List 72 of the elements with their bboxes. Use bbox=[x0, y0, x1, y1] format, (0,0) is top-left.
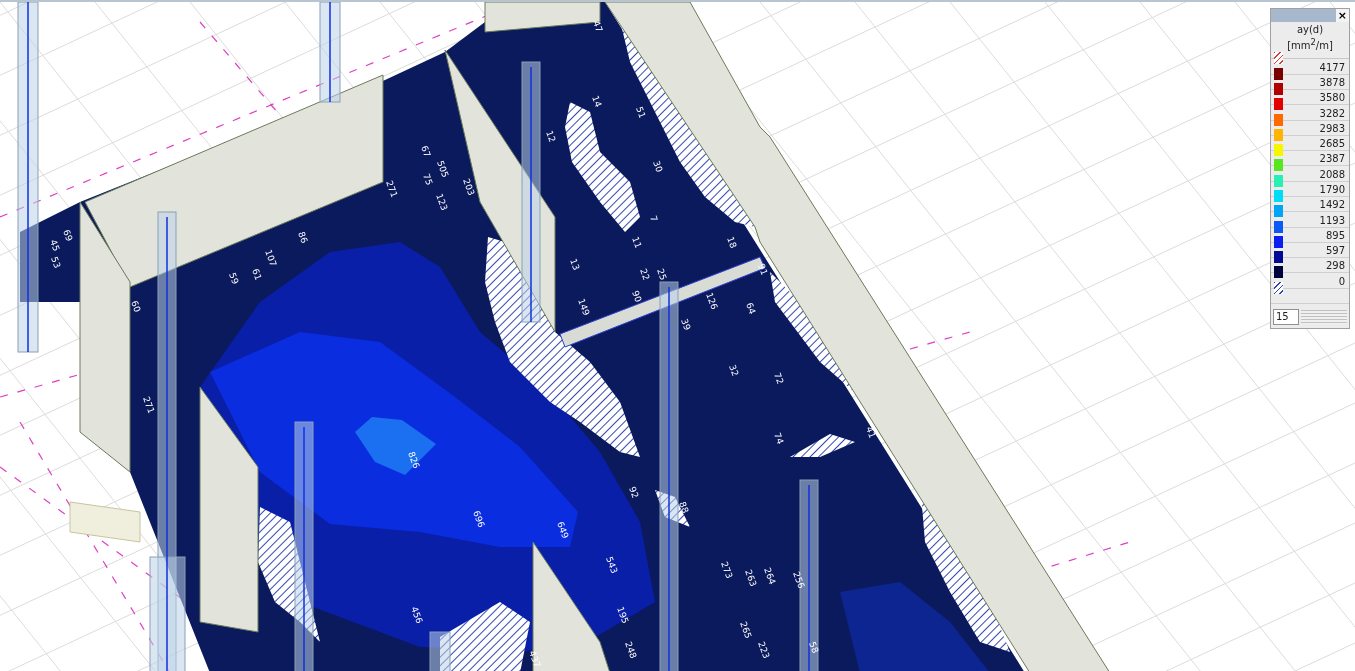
value-label: 18 bbox=[725, 235, 739, 250]
value-label: 69 bbox=[61, 228, 75, 243]
model-viewport[interactable] bbox=[0, 0, 1355, 671]
value-label: 22 bbox=[638, 267, 652, 282]
value-label: 543 bbox=[604, 555, 620, 575]
value-label: 86 bbox=[296, 230, 310, 245]
value-label: 826 bbox=[406, 450, 422, 470]
steps-field[interactable]: 15 bbox=[1273, 309, 1299, 326]
value-label: 149 bbox=[576, 297, 592, 317]
value-label: 53 bbox=[49, 255, 63, 270]
value-label: 265 bbox=[738, 620, 754, 640]
value-label: 203 bbox=[461, 177, 477, 197]
value-label: 74 bbox=[772, 431, 786, 446]
legend-value: 895 bbox=[1325, 229, 1346, 242]
value-label: 7 bbox=[648, 214, 660, 224]
value-label: 61 bbox=[250, 267, 264, 282]
value-label: 58 bbox=[807, 640, 821, 655]
legend-value: 2088 bbox=[1319, 168, 1346, 181]
value-label: 271 bbox=[384, 179, 400, 199]
value-label: 72 bbox=[772, 371, 786, 386]
value-label: 51 bbox=[634, 105, 648, 120]
value-label: 264 bbox=[762, 566, 778, 586]
legend-value: 2685 bbox=[1319, 138, 1346, 151]
value-label: 59 bbox=[227, 271, 241, 286]
value-label: 39 bbox=[679, 317, 693, 332]
value-label: 263 bbox=[743, 568, 759, 588]
value-label: 75 bbox=[421, 172, 435, 187]
value-label: 248 bbox=[623, 640, 639, 660]
legend-value: 2983 bbox=[1319, 122, 1346, 135]
value-label: 437 bbox=[527, 649, 543, 669]
legend-value: 3580 bbox=[1319, 92, 1346, 105]
value-label: 91 bbox=[756, 262, 770, 277]
value-label: 60 bbox=[129, 299, 143, 314]
close-button[interactable]: × bbox=[1335, 9, 1349, 22]
value-label: 649 bbox=[555, 520, 571, 540]
legend-value: 597 bbox=[1325, 245, 1346, 258]
value-label: 123 bbox=[434, 192, 450, 212]
value-label: 47 bbox=[591, 19, 605, 34]
value-label: 32 bbox=[727, 363, 741, 378]
legend-value: 1193 bbox=[1319, 214, 1346, 227]
value-label: 273 bbox=[719, 560, 735, 580]
value-label: 126 bbox=[704, 291, 720, 311]
legend-value: 1790 bbox=[1319, 184, 1346, 196]
value-label: 456 bbox=[409, 605, 425, 625]
value-label: 696 bbox=[471, 509, 487, 529]
value-label: 12 bbox=[544, 129, 558, 144]
value-label: 256 bbox=[791, 570, 807, 590]
value-label: 88 bbox=[677, 500, 691, 515]
legend-title: ay(d) bbox=[1295, 23, 1325, 36]
value-label: 25 bbox=[655, 267, 669, 282]
value-label: 30 bbox=[651, 159, 665, 174]
value-label: 45 bbox=[48, 238, 62, 253]
value-label: 90 bbox=[630, 289, 644, 304]
value-label: 14 bbox=[590, 94, 604, 109]
legend-value: 0 bbox=[1338, 275, 1346, 288]
value-label: 67 bbox=[419, 144, 433, 159]
value-label: 271 bbox=[141, 395, 157, 415]
value-label: 195 bbox=[615, 605, 631, 625]
legend-value: 1492 bbox=[1319, 199, 1346, 212]
legend-value: 298 bbox=[1325, 260, 1346, 273]
value-label: 13 bbox=[568, 257, 582, 272]
value-label: 505 bbox=[435, 159, 451, 179]
legend-value: 4177 bbox=[1319, 61, 1346, 74]
legend-value: 2387 bbox=[1319, 153, 1346, 166]
value-label: 92 bbox=[627, 485, 641, 500]
value-label: 41 bbox=[864, 425, 878, 440]
value-label: 11 bbox=[630, 235, 644, 250]
legend-value: 3878 bbox=[1319, 76, 1346, 89]
value-label: 107 bbox=[263, 248, 279, 268]
legend-value: 3282 bbox=[1319, 107, 1346, 120]
value-label: 64 bbox=[744, 301, 758, 316]
value-label: 223 bbox=[756, 640, 772, 660]
